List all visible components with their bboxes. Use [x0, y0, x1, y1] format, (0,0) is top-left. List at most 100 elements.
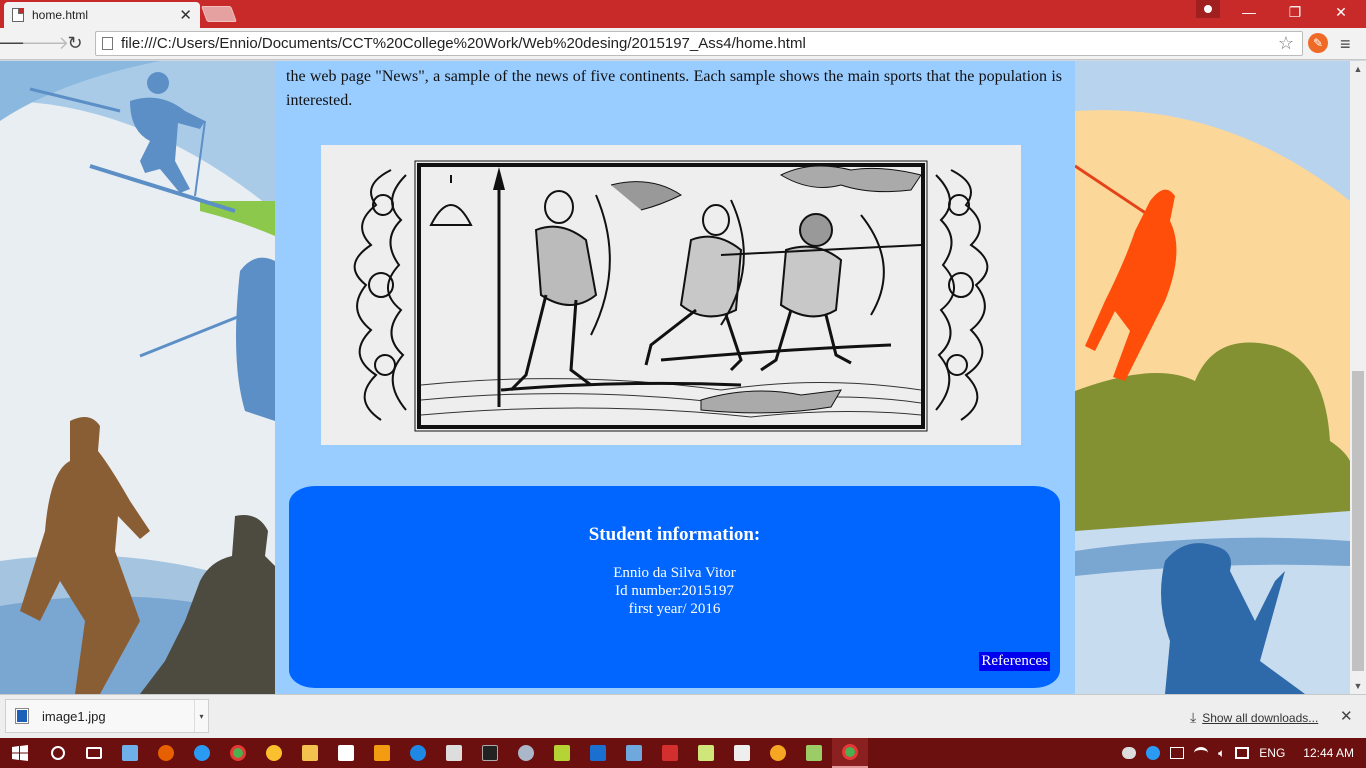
download-bar-close-icon[interactable]: ✕: [1340, 707, 1353, 725]
profile-icon: [1204, 5, 1212, 13]
language-indicator[interactable]: ENG: [1259, 746, 1285, 760]
onedrive-icon[interactable]: [1122, 747, 1137, 759]
tab-close-icon[interactable]: ✕: [179, 8, 192, 23]
clock[interactable]: 12:44 AM: [1303, 746, 1354, 760]
student-year: first year/ 2016: [628, 601, 721, 617]
download-icon: ⤓: [1190, 709, 1197, 725]
page-icon: [12, 8, 24, 22]
pdf-icon: [662, 745, 678, 761]
student-id: Id number:2015197: [615, 583, 734, 599]
taskbar-app-plane[interactable]: [616, 738, 652, 768]
taskbar-app-cmd[interactable]: [472, 738, 508, 768]
taskbar-app-chrome[interactable]: [220, 738, 256, 768]
notes-icon: [698, 745, 714, 761]
download-bar: image1.jpg ▾ ⤓ Show all downloads... ✕: [0, 694, 1366, 738]
student-info-box: Student information: Ennio da Silva Vito…: [289, 486, 1060, 688]
chrome-canary-icon: [266, 745, 282, 761]
show-all-downloads-label: Show all downloads...: [1202, 710, 1319, 725]
taskbar-app-notes[interactable]: [688, 738, 724, 768]
restore-button[interactable]: ❐: [1272, 0, 1318, 24]
taskbar-app-network[interactable]: [112, 738, 148, 768]
tab-title: home.html: [32, 8, 89, 22]
plane-icon: [626, 745, 642, 761]
taskbar-app-edge[interactable]: [184, 738, 220, 768]
flash-icon: [410, 745, 426, 761]
taskbar-app-media[interactable]: [364, 738, 400, 768]
chrome-icon: [230, 745, 246, 761]
firefox-icon: [158, 745, 174, 761]
vertical-scrollbar[interactable]: ▲ ▼: [1350, 61, 1366, 694]
taskbar-app-bug[interactable]: [544, 738, 580, 768]
notification-icon[interactable]: [1235, 747, 1250, 759]
main-content: the web page "News", a sample of the new…: [275, 61, 1075, 694]
chrome-active-icon: [842, 744, 858, 760]
task-view-button[interactable]: [76, 738, 112, 768]
browser-toolbar: 🡐 🡒 ↻ file:///C:/Users/Ennio/Documents/C…: [0, 28, 1366, 60]
taskbar-app-vm[interactable]: [508, 738, 544, 768]
extension-icon[interactable]: ✎: [1308, 33, 1328, 53]
windows-logo-icon: [12, 745, 28, 761]
scroll-down-icon[interactable]: ▼: [1350, 678, 1366, 694]
woodcut-hunters-image: [321, 145, 1021, 445]
system-tray: 🔈︎ ENG 12:44 AM: [1122, 738, 1366, 768]
image-file-icon: [15, 708, 29, 724]
page-viewport: the web page "News", a sample of the new…: [0, 61, 1350, 694]
volume-icon[interactable]: 🔈︎: [1218, 746, 1225, 761]
forward-button[interactable]: 🡒: [21, 30, 69, 58]
taskbar-app-flash[interactable]: [400, 738, 436, 768]
url-text: file:///C:/Users/Ennio/Documents/CCT%20C…: [121, 35, 806, 52]
show-all-downloads-link[interactable]: ⤓ Show all downloads...: [1190, 709, 1318, 726]
background-right-sports-illustration: [1075, 61, 1350, 694]
taskbar-app-pdf[interactable]: [652, 738, 688, 768]
download-options-chevron-icon[interactable]: ▾: [194, 700, 208, 732]
address-bar[interactable]: file:///C:/Users/Ennio/Documents/CCT%20C…: [95, 31, 1303, 56]
taskbar-app-chrome-active[interactable]: [832, 738, 868, 768]
minimize-button[interactable]: —: [1226, 0, 1272, 24]
taskbar-app-people[interactable]: [796, 738, 832, 768]
bookmark-star-icon[interactable]: ☆: [1278, 33, 1294, 54]
menu-icon[interactable]: ≡: [1340, 34, 1351, 55]
background-left-sports-illustration: [0, 61, 275, 694]
taskbar-app-paint[interactable]: [760, 738, 796, 768]
start-button[interactable]: [0, 738, 40, 768]
taskbar-app-file-explorer[interactable]: [292, 738, 328, 768]
folder-icon: [302, 745, 318, 761]
wifi-icon[interactable]: [1194, 747, 1209, 759]
references-link[interactable]: References: [979, 652, 1050, 671]
virtual-machine-icon: [518, 745, 534, 761]
intro-paragraph: the web page "News", a sample of the new…: [286, 68, 1062, 109]
student-info-heading: Student information:: [588, 524, 761, 545]
close-window-button[interactable]: ✕: [1318, 0, 1364, 24]
network-app-icon: [122, 745, 138, 761]
people-icon: [806, 745, 822, 761]
scroll-up-icon[interactable]: ▲: [1350, 61, 1366, 77]
cortana-circle-icon: [51, 746, 65, 760]
download-item[interactable]: image1.jpg ▾: [5, 699, 209, 733]
power-icon[interactable]: [1170, 747, 1185, 759]
new-tab-button[interactable]: [201, 6, 237, 22]
edge-icon: [194, 745, 210, 761]
student-details: Ennio da Silva Vitor Id number:2015197 f…: [289, 564, 1060, 618]
taskbar-app-calculator[interactable]: [436, 738, 472, 768]
bug-icon: [554, 745, 570, 761]
taskbar-app-chrome-canary[interactable]: [256, 738, 292, 768]
info-icon[interactable]: [1146, 746, 1161, 760]
taskbar-app-sail[interactable]: [580, 738, 616, 768]
media-player-icon: [374, 745, 390, 761]
download-file-name: image1.jpg: [42, 708, 106, 724]
windows-taskbar: 🔈︎ ENG 12:44 AM: [0, 738, 1366, 768]
tab-home[interactable]: home.html ✕: [4, 2, 200, 28]
command-prompt-icon: [482, 745, 498, 761]
browser-window: home.html ✕ — ❐ ✕ 🡐 🡒 ↻ file:///C:/Users…: [0, 0, 1366, 768]
store-icon: [338, 745, 354, 761]
reload-button[interactable]: ↻: [60, 30, 90, 58]
taskbar-app-firefox[interactable]: [148, 738, 184, 768]
scrollbar-thumb[interactable]: [1352, 371, 1364, 671]
student-name: Ennio da Silva Vitor: [613, 565, 736, 581]
paint-icon: [770, 745, 786, 761]
taskbar-app-remote[interactable]: [724, 738, 760, 768]
profile-button[interactable]: [1196, 0, 1220, 18]
taskbar-app-store[interactable]: [328, 738, 364, 768]
task-view-icon: [86, 747, 102, 759]
cortana-button[interactable]: [40, 738, 76, 768]
